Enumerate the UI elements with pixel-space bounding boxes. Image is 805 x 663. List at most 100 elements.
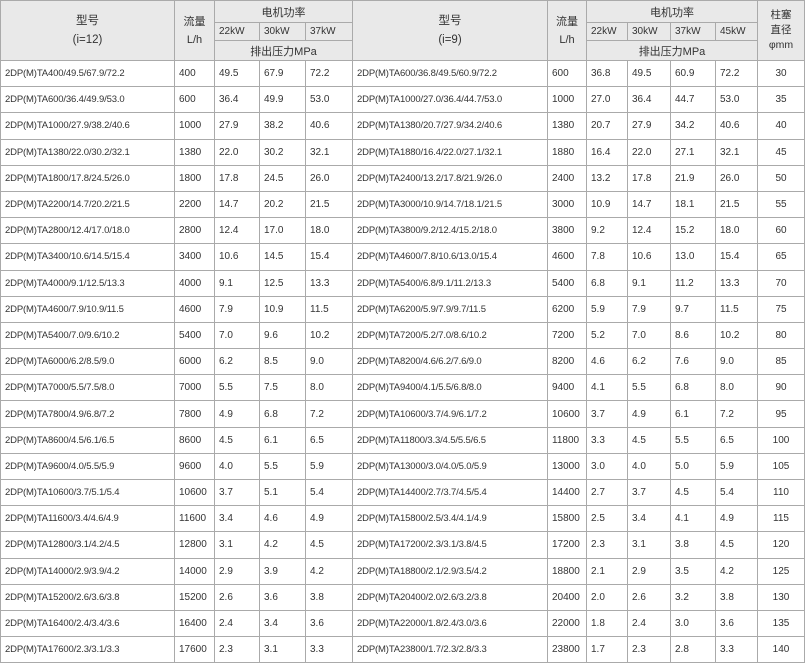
left-model-cell: 2DP(M)TA14000/2.9/3.9/4.2 xyxy=(0,557,175,585)
plunger-diameter-cell: 140 xyxy=(757,636,805,663)
left-ratio-label: (i=12) xyxy=(72,33,103,46)
left-model-cell: 2DP(M)TA15200/2.6/3.6/3.8 xyxy=(0,583,175,611)
right-flow-cell: 3800 xyxy=(547,217,587,245)
right-pressure-30kw-cell: 7.0 xyxy=(627,321,671,350)
right-pressure-45kw-cell: 4.5 xyxy=(715,531,758,559)
right-flow-cell: 600 xyxy=(547,59,587,88)
left-pressure-22kw-cell: 7.0 xyxy=(214,321,260,350)
table-row: 2DP(M)TA7000/5.5/7.5/8.0 7000 5.5 7.5 8.0 2DP… xyxy=(0,374,805,402)
plunger-diameter-cell: 75 xyxy=(757,295,805,323)
right-pressure-header: 排出压力MPa xyxy=(586,40,758,61)
left-flow-label: 流量 xyxy=(183,15,206,28)
plunger-diameter-cell: 55 xyxy=(757,190,805,219)
left-model-cell: 2DP(M)TA8600/4.5/6.1/6.5 xyxy=(0,426,175,454)
right-model-cell: 2DP(M)TA18800/2.1/2.9/3.5/4.2 xyxy=(352,557,548,585)
left-pressure-22kw-cell: 4.5 xyxy=(214,426,260,454)
table-row: 2DP(M)TA400/49.5/67.9/72.2 400 49.5 67.9 72.… xyxy=(0,59,805,88)
right-pressure-45kw-cell: 3.3 xyxy=(715,636,758,663)
right-model-cell: 2DP(M)TA13000/3.0/4.0/5.0/5.9 xyxy=(352,452,548,481)
left-model-cell: 2DP(M)TA17600/2.3/3.1/3.3 xyxy=(0,636,175,663)
left-pressure-37kw-cell: 40.6 xyxy=(305,112,353,140)
plunger-diameter-cell: 40 xyxy=(757,112,805,140)
left-pressure-22kw-cell: 3.1 xyxy=(214,531,260,559)
right-pressure-37kw-cell: 6.8 xyxy=(670,374,716,402)
plunger-diameter-cell: 50 xyxy=(757,164,805,192)
right-pressure-37kw-cell: 3.0 xyxy=(670,609,716,638)
left-model-cell: 2DP(M)TA1380/22.0/30.2/32.1 xyxy=(0,138,175,166)
right-pressure-45kw-cell: 40.6 xyxy=(715,112,758,140)
right-pressure-30kw-cell: 6.2 xyxy=(627,348,671,376)
right-pressure-37kw-cell: 3.2 xyxy=(670,583,716,611)
right-pressure-45kw-cell: 11.5 xyxy=(715,295,758,323)
right-flow-cell: 6200 xyxy=(547,295,587,323)
left-flow-cell: 600 xyxy=(174,86,215,114)
right-pressure-22kw-cell: 5.9 xyxy=(586,295,628,323)
right-model-cell: 2DP(M)TA22000/1.8/2.4/3.0/3.6 xyxy=(352,609,548,638)
table-row: 2DP(M)TA12800/3.1/4.2/4.5 12800 3.1 4.2 4.5 2… xyxy=(0,531,805,559)
right-pressure-37kw-cell: 11.2 xyxy=(670,269,716,297)
plunger-diameter-cell: 60 xyxy=(757,217,805,245)
table-row: 2DP(M)TA4000/9.1/12.5/13.3 4000 9.1 12.5 13.… xyxy=(0,269,805,297)
left-model-label: 型号 xyxy=(76,14,99,27)
left-flow-header: 流量 L/h xyxy=(174,0,215,61)
right-model-cell: 2DP(M)TA3800/9.2/12.4/15.2/18.0 xyxy=(352,217,548,245)
table-row: 2DP(M)TA9600/4.0/5.5/5.9 9600 4.0 5.5 5.9 2DP… xyxy=(0,452,805,481)
left-model-cell: 2DP(M)TA6000/6.2/8.5/9.0 xyxy=(0,348,175,376)
plunger-diameter-cell: 115 xyxy=(757,505,805,533)
left-pressure-22kw-cell: 4.9 xyxy=(214,400,260,428)
left-pressure-37kw-cell: 8.0 xyxy=(305,374,353,402)
left-flow-cell: 12800 xyxy=(174,531,215,559)
left-pressure-30kw-cell: 38.2 xyxy=(259,112,306,140)
pump-spec-table: 型号 (i=12) 流量 L/h 电机功率 型号 (i=9) 流量 L/h 电机功率 柱… xyxy=(0,0,805,663)
left-pressure-22kw-cell: 22.0 xyxy=(214,138,260,166)
right-model-cell: 2DP(M)TA15800/2.5/3.4/4.1/4.9 xyxy=(352,505,548,533)
left-pressure-37kw-cell: 10.2 xyxy=(305,321,353,350)
left-model-cell: 2DP(M)TA5400/7.0/9.6/10.2 xyxy=(0,321,175,350)
diameter-label-1: 柱塞 xyxy=(770,9,792,21)
right-flow-unit: L/h xyxy=(559,33,575,46)
right-pressure-22kw-cell: 13.2 xyxy=(586,164,628,192)
left-model-cell: 2DP(M)TA7000/5.5/7.5/8.0 xyxy=(0,374,175,402)
left-flow-unit: L/h xyxy=(186,33,203,46)
right-pressure-37kw-cell: 6.1 xyxy=(670,400,716,428)
right-pressure-30kw-cell: 2.9 xyxy=(627,557,671,585)
right-pressure-37kw-cell: 18.1 xyxy=(670,190,716,219)
right-pressure-45kw-cell: 5.9 xyxy=(715,452,758,481)
table-row: 2DP(M)TA6000/6.2/8.5/9.0 6000 6.2 8.5 9.0 2DP… xyxy=(0,348,805,376)
right-pressure-30kw-cell: 36.4 xyxy=(627,86,671,114)
plunger-diameter-cell: 100 xyxy=(757,426,805,454)
right-pressure-37kw-cell: 7.6 xyxy=(670,348,716,376)
right-pressure-45kw-cell: 4.2 xyxy=(715,557,758,585)
right-flow-cell: 9400 xyxy=(547,374,587,402)
left-flow-cell: 2200 xyxy=(174,190,215,219)
left-flow-cell: 4600 xyxy=(174,295,215,323)
right-pressure-30kw-cell: 3.1 xyxy=(627,531,671,559)
right-pressure-30kw-cell: 4.5 xyxy=(627,426,671,454)
right-pressure-30kw-cell: 10.6 xyxy=(627,243,671,271)
left-pressure-37kw-cell: 4.2 xyxy=(305,557,353,585)
right-pressure-30kw-cell: 3.7 xyxy=(627,478,671,507)
plunger-diameter-cell: 80 xyxy=(757,321,805,350)
left-model-cell: 2DP(M)TA4000/9.1/12.5/13.3 xyxy=(0,269,175,297)
right-pressure-37kw-cell: 4.1 xyxy=(670,505,716,533)
left-pressure-30kw-cell: 6.1 xyxy=(259,426,306,454)
right-pressure-30kw-cell: 12.4 xyxy=(627,217,671,245)
right-pressure-45kw-cell: 13.3 xyxy=(715,269,758,297)
diameter-unit: φmm xyxy=(768,39,794,51)
right-pressure-22kw-cell: 5.2 xyxy=(586,321,628,350)
left-model-cell: 2DP(M)TA7800/4.9/6.8/7.2 xyxy=(0,400,175,428)
right-pressure-37kw-cell: 5.0 xyxy=(670,452,716,481)
diameter-header: 柱塞 直径 φmm xyxy=(757,0,805,61)
right-pressure-30kw-cell: 2.6 xyxy=(627,583,671,611)
right-flow-cell: 11800 xyxy=(547,426,587,454)
table-row: 2DP(M)TA2200/14.7/20.2/21.5 2200 14.7 20.2 2… xyxy=(0,190,805,219)
right-flow-cell: 2400 xyxy=(547,164,587,192)
right-power-22kw: 22kW xyxy=(586,22,628,41)
left-pressure-30kw-cell: 20.2 xyxy=(259,190,306,219)
plunger-diameter-cell: 120 xyxy=(757,531,805,559)
left-pressure-22kw-cell: 12.4 xyxy=(214,217,260,245)
left-model-cell: 2DP(M)TA9600/4.0/5.5/5.9 xyxy=(0,452,175,481)
right-flow-cell: 8200 xyxy=(547,348,587,376)
left-pressure-37kw-cell: 6.5 xyxy=(305,426,353,454)
plunger-diameter-cell: 105 xyxy=(757,452,805,481)
